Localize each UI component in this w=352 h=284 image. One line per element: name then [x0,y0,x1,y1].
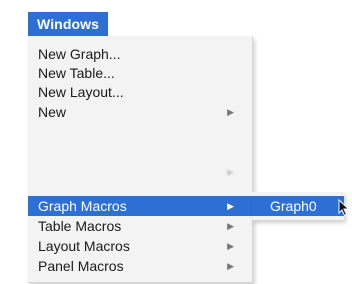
triangle-right-icon: ▶ [227,221,234,231]
windows-menu-title[interactable]: Windows [28,12,109,36]
menu-item-new[interactable]: New ▶ [28,102,252,122]
pointer-arrow-icon [338,199,350,217]
screen: Windows New Graph... New Table... New La… [0,0,352,284]
menu-item-graph-macros[interactable]: Graph Macros ▶ [28,196,252,216]
menu-item-table-macros[interactable]: Table Macros ▶ [28,216,252,236]
menu-item-new-graph[interactable]: New Graph... [28,44,252,64]
menu-item-panel-macros[interactable]: Panel Macros ▶ [28,256,252,276]
triangle-right-icon: ▶ [227,167,234,177]
menu-item-label: Table Macros [38,218,122,234]
graph-macros-submenu: Graph0 [252,192,344,220]
menu-item-disabled: ▶ [28,162,252,182]
windows-menu: New Graph... New Table... New Layout... … [28,36,253,283]
triangle-right-icon: ▶ [227,201,234,211]
menu-item-label: Graph Macros [38,198,127,214]
menu-item-label: New Graph... [38,46,121,62]
menu-item-new-table[interactable]: New Table... [28,63,252,83]
triangle-right-icon: ▶ [227,107,234,117]
triangle-right-icon: ▶ [227,261,234,271]
menu-item-label: New [38,104,67,120]
menu-item-layout-macros[interactable]: Layout Macros ▶ [28,236,252,256]
menu-item-label: New Table... [38,65,115,81]
submenu-item-graph0[interactable]: Graph0 [252,196,344,216]
menu-item-label: Layout Macros [38,238,130,254]
menu-item-label: New Layout... [38,84,124,100]
menu-item-new-layout[interactable]: New Layout... [28,82,252,102]
menu-item-label: Panel Macros [38,258,124,274]
triangle-right-icon: ▶ [227,241,234,251]
